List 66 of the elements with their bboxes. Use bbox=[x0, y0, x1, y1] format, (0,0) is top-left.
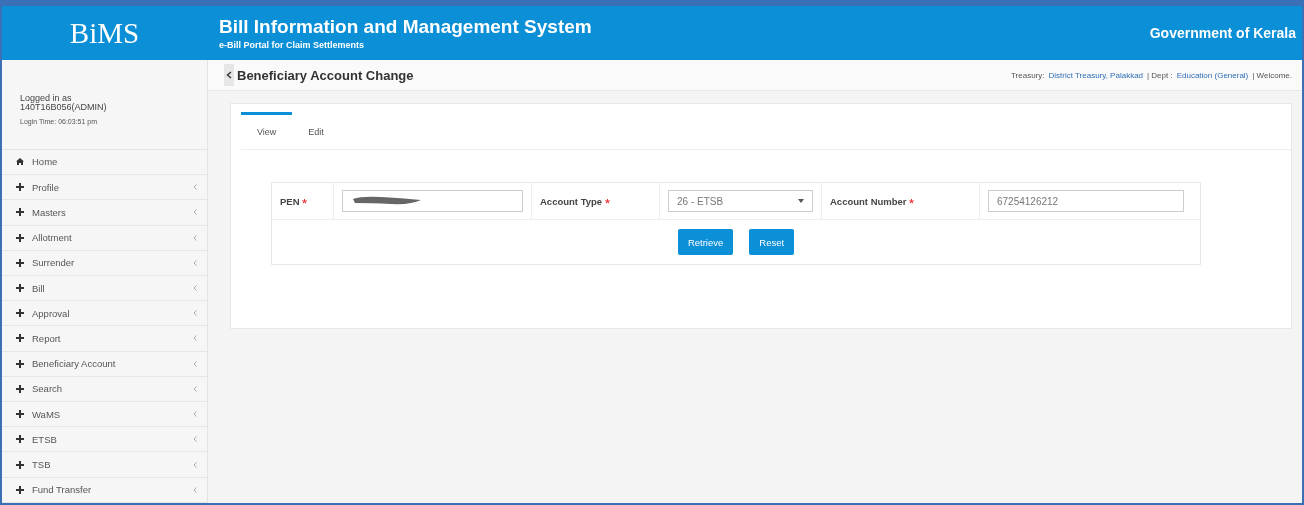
plus-icon bbox=[16, 309, 24, 318]
field-label: PEN bbox=[272, 183, 334, 219]
sidebar-item[interactable]: Beneficiary Account bbox=[2, 351, 207, 377]
chevron-left-icon bbox=[193, 259, 197, 266]
plus-icon bbox=[16, 460, 24, 469]
pen-field[interactable] bbox=[342, 190, 523, 212]
organization-name: Government of Kerala bbox=[1149, 25, 1297, 41]
chevron-left-icon bbox=[193, 285, 197, 292]
field-label: Account Type bbox=[532, 183, 660, 219]
chevron-left-icon bbox=[193, 461, 197, 468]
plus-icon bbox=[16, 183, 24, 192]
dept-name: Education (General) bbox=[1176, 70, 1249, 80]
plus-icon bbox=[16, 334, 24, 343]
sidebar-item[interactable]: Bill bbox=[2, 275, 207, 302]
sidebar-item[interactable]: TSB bbox=[2, 452, 207, 478]
chevron-left-icon bbox=[193, 184, 197, 191]
sidebar-item[interactable]: Profile bbox=[2, 175, 207, 201]
plus-icon bbox=[16, 359, 24, 368]
chevron-left-icon bbox=[193, 310, 197, 317]
plus-icon bbox=[16, 384, 24, 393]
field-label: Account Number bbox=[822, 183, 980, 219]
sidebar-item[interactable]: Fund Transfer bbox=[2, 477, 207, 503]
action-button[interactable]: Reset bbox=[749, 229, 795, 255]
logo: BiMS bbox=[68, 16, 141, 50]
sidebar-item[interactable]: Approval bbox=[2, 301, 207, 327]
tab[interactable]: Edit bbox=[292, 112, 340, 149]
welcome-text: | Welcome. bbox=[1252, 70, 1292, 80]
sidebar-item[interactable]: Report bbox=[2, 326, 207, 352]
redaction-mark bbox=[351, 196, 423, 206]
chevron-left-icon bbox=[193, 411, 197, 418]
chevron-left-icon bbox=[193, 385, 197, 392]
app-title: Bill Information and Management System bbox=[219, 16, 593, 38]
sidebar-item[interactable]: WaMS bbox=[2, 402, 207, 428]
chevron-left-icon bbox=[193, 486, 197, 493]
plus-icon bbox=[16, 435, 24, 444]
plus-icon bbox=[16, 410, 24, 419]
page-title: Beneficiary Account Change bbox=[237, 67, 415, 83]
treasury-name: District Treasury, Palakkad bbox=[1048, 70, 1144, 80]
plus-icon bbox=[16, 258, 24, 267]
sidebar-item[interactable]: ETSB bbox=[2, 427, 207, 453]
home-icon bbox=[16, 158, 24, 166]
collapse-button[interactable] bbox=[224, 64, 234, 86]
chevron-left-icon bbox=[193, 360, 197, 367]
plus-icon bbox=[16, 284, 24, 293]
chevron-left-icon bbox=[193, 209, 197, 216]
tab[interactable]: View bbox=[241, 112, 293, 149]
chevron-left-icon bbox=[193, 436, 197, 443]
dropdown-caret-icon bbox=[798, 199, 804, 203]
chevron-left-icon bbox=[193, 234, 197, 241]
logged-in-user: Logged in as 140T16B056(ADMIN) bbox=[20, 94, 108, 112]
chevron-left-icon bbox=[193, 335, 197, 342]
sidebar-item[interactable]: Surrender bbox=[2, 250, 207, 276]
sidebar-item[interactable]: Masters bbox=[2, 200, 207, 226]
account-type-dropdown[interactable]: 26 - ETSB bbox=[668, 190, 813, 212]
plus-icon bbox=[16, 233, 24, 242]
app-subtitle: e-Bill Portal for Claim Settlements bbox=[219, 40, 366, 50]
sidebar-item[interactable]: Search bbox=[2, 376, 207, 403]
sidebar-item[interactable]: Allotment bbox=[2, 225, 207, 251]
sidebar-item[interactable]: Home bbox=[2, 149, 207, 176]
treasury-label: Treasury: bbox=[1011, 70, 1045, 80]
dept-label: | Dept : bbox=[1147, 70, 1173, 80]
plus-icon bbox=[16, 208, 24, 217]
action-button[interactable]: Retrieve bbox=[677, 229, 734, 255]
plus-icon bbox=[16, 485, 24, 494]
chevron-left-icon bbox=[226, 71, 232, 79]
account-number-field[interactable]: 67254126212 bbox=[988, 190, 1184, 212]
